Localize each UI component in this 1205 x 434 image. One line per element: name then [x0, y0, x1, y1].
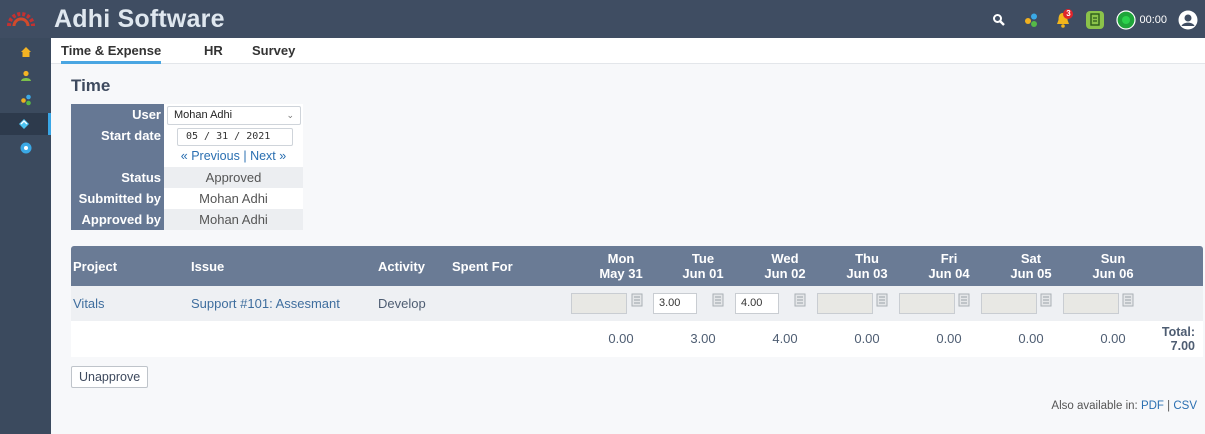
sidebar — [0, 38, 51, 434]
col-day-wed: Wed Jun 02 — [764, 251, 806, 281]
nav-separator: | — [243, 149, 247, 163]
users-icon — [20, 70, 31, 81]
col-day-tue: Tue Jun 01 — [682, 251, 724, 281]
total-wed: 4.00 — [772, 331, 798, 346]
projects-icon[interactable] — [1020, 9, 1042, 31]
col-day-sun: Sun Jun 06 — [1092, 251, 1134, 281]
export-links: Also available in: PDF | CSV — [1051, 400, 1197, 412]
info-row-status: Status Approved — [71, 167, 303, 188]
sidebar-item-users[interactable] — [0, 65, 51, 87]
search-icon[interactable] — [988, 9, 1010, 31]
time-icon — [19, 119, 29, 129]
comment-icon[interactable] — [631, 293, 643, 307]
totals-row: 0.00 3.00 4.00 0.00 0.00 0.00 0.00 Total… — [71, 321, 1203, 357]
app-title[interactable]: Adhi Software — [54, 5, 225, 34]
help-icon — [20, 142, 31, 154]
issue-link[interactable]: Support #101: Assesmant — [191, 296, 340, 311]
timer-value: 00:00 — [1139, 14, 1167, 26]
info-row-navigation: « Previous | Next » — [71, 146, 303, 167]
col-day-sat: Sat Jun 05 — [1010, 251, 1052, 281]
user-label: User — [71, 104, 164, 125]
grand-total-value: 7.00 — [1170, 339, 1195, 353]
week-navigation: « Previous | Next » — [164, 146, 303, 167]
tab-survey[interactable]: Survey — [252, 43, 295, 58]
export-separator: | — [1167, 400, 1171, 412]
col-day-fri: Fri Jun 04 — [928, 251, 970, 281]
info-row-submitted-by: Submitted by Mohan Adhi — [71, 188, 303, 209]
tab-time-expense[interactable]: Time & Expense — [61, 43, 162, 64]
total-mon: 0.00 — [608, 331, 634, 346]
hours-input-mon[interactable] — [571, 293, 627, 314]
table-row: Vitals Support #101: Assesmant Develop 3… — [71, 286, 1203, 321]
tab-hr[interactable]: HR — [204, 43, 223, 58]
app-logo-icon — [7, 12, 35, 27]
col-day-mon: Mon May 31 — [599, 251, 643, 281]
export-csv-link[interactable]: CSV — [1173, 400, 1197, 412]
page-title: Time — [71, 76, 111, 95]
main-content: Time User Mohan Adhi ⌄ Start date 05 / 3… — [51, 64, 1205, 434]
user-select-value: Mohan Adhi — [174, 109, 233, 121]
projects-icon — [20, 94, 31, 106]
col-issue: Issue — [191, 258, 225, 274]
approved-by-value: Mohan Adhi — [164, 209, 303, 230]
hours-input-sat[interactable] — [981, 293, 1037, 314]
comment-icon[interactable] — [1040, 293, 1052, 307]
start-date-label: Start date — [71, 125, 164, 146]
sidebar-item-home[interactable] — [0, 41, 51, 63]
top-bar: Adhi Software 3 00:00 — [0, 0, 1205, 38]
info-row-start-date: Start date 05 / 31 / 2021 — [71, 125, 303, 146]
activity-value: Develop — [378, 296, 426, 311]
start-date-input[interactable]: 05 / 31 / 2021 — [177, 128, 293, 146]
timesheet-icon[interactable] — [1084, 9, 1106, 31]
hours-input-thu[interactable] — [817, 293, 873, 314]
comment-icon[interactable] — [958, 293, 970, 307]
submitted-by-value: Mohan Adhi — [164, 188, 303, 209]
timesheet-header: Project Issue Activity Spent For Mon May … — [71, 246, 1203, 286]
timer-icon — [1116, 10, 1137, 30]
status-label: Status — [71, 167, 164, 188]
total-fri: 0.00 — [936, 331, 962, 346]
unapprove-button[interactable]: Unapprove — [71, 366, 149, 388]
export-pdf-link[interactable]: PDF — [1141, 400, 1164, 412]
comment-icon[interactable] — [876, 293, 888, 307]
total-sat: 0.00 — [1018, 331, 1044, 346]
comment-icon[interactable] — [794, 293, 806, 307]
user-select[interactable]: Mohan Adhi ⌄ — [167, 106, 301, 125]
total-thu: 0.00 — [854, 331, 880, 346]
home-icon — [20, 47, 31, 57]
hours-input-wed[interactable]: 4.00 — [735, 293, 779, 314]
sidebar-item-projects[interactable] — [0, 89, 51, 111]
grand-total: Total: 7.00 — [1162, 325, 1195, 353]
hours-input-sun[interactable] — [1063, 293, 1119, 314]
hours-input-tue[interactable]: 3.00 — [653, 293, 697, 314]
grand-total-label: Total: — [1161, 325, 1195, 339]
user-avatar-icon[interactable] — [1177, 9, 1199, 31]
col-project: Project — [73, 258, 118, 274]
chevron-down-icon: ⌄ — [286, 110, 294, 120]
sidebar-item-time[interactable] — [0, 113, 51, 135]
module-tabs: Time & Expense HR Survey — [51, 38, 1205, 64]
info-row-approved-by: Approved by Mohan Adhi — [71, 209, 303, 230]
timer-widget[interactable]: 00:00 — [1116, 10, 1167, 30]
status-value: Approved — [164, 167, 303, 188]
sidebar-item-help[interactable] — [0, 137, 51, 159]
submitted-by-label: Submitted by — [71, 188, 164, 209]
next-link[interactable]: Next » — [250, 149, 286, 163]
previous-link[interactable]: « Previous — [181, 149, 240, 163]
col-spent-for: Spent For — [452, 258, 513, 274]
approved-by-label: Approved by — [71, 209, 164, 230]
col-activity: Activity — [378, 258, 425, 274]
total-sun: 0.00 — [1100, 331, 1126, 346]
col-day-thu: Thu Jun 03 — [846, 251, 888, 281]
total-tue: 3.00 — [690, 331, 716, 346]
comment-icon[interactable] — [712, 293, 724, 307]
info-row-user: User Mohan Adhi ⌄ — [71, 104, 303, 125]
hours-input-fri[interactable] — [899, 293, 955, 314]
project-link[interactable]: Vitals — [73, 296, 105, 311]
comment-icon[interactable] — [1122, 293, 1134, 307]
also-available-label: Also available in: — [1051, 400, 1138, 412]
notification-bell-icon[interactable]: 3 — [1052, 9, 1074, 31]
